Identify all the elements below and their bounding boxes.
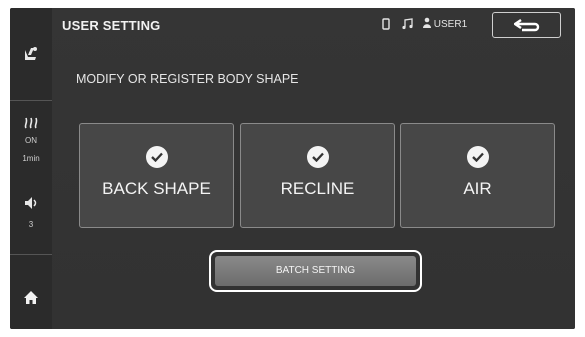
seat-recline-icon[interactable] <box>10 46 52 67</box>
recline-card[interactable]: RECLINE <box>240 123 395 228</box>
check-icon <box>467 146 489 168</box>
user-icon <box>423 17 434 31</box>
user-indicator: USER1 <box>423 17 467 31</box>
volume-level: 3 <box>28 220 34 229</box>
batch-setting-focus-ring: BATCH SETTING <box>209 250 422 292</box>
card-label: RECLINE <box>280 179 355 198</box>
screen: ON 1min 3 USER SETTING USER1 MODIFY OR R… <box>10 8 575 329</box>
heat-icon <box>10 116 52 134</box>
sidebar: ON 1min 3 <box>10 8 52 329</box>
card-label: AIR <box>463 179 492 198</box>
check-icon <box>307 146 329 168</box>
heat-state: ON <box>25 136 37 145</box>
return-arrow-icon <box>514 19 540 32</box>
speaker-icon <box>10 196 52 215</box>
phone-icon <box>382 18 390 33</box>
home-icon[interactable] <box>10 290 52 310</box>
user-label: USER1 <box>433 19 468 30</box>
section-subtitle: MODIFY OR REGISTER BODY SHAPE <box>76 72 299 86</box>
back-button[interactable] <box>492 12 561 38</box>
sidebar-divider <box>10 254 52 255</box>
check-icon <box>146 146 168 168</box>
air-card[interactable]: AIR <box>400 123 555 228</box>
heat-timer: 1min <box>22 154 40 163</box>
page-title: USER SETTING <box>62 18 161 33</box>
card-label: BACK SHAPE <box>102 179 211 198</box>
back-shape-card[interactable]: BACK SHAPE <box>79 123 234 228</box>
music-note-icon <box>402 18 413 33</box>
main-panel: USER SETTING USER1 MODIFY OR REGISTER BO… <box>52 8 575 329</box>
sidebar-divider <box>10 100 52 101</box>
batch-setting-button[interactable]: BATCH SETTING <box>215 256 416 286</box>
